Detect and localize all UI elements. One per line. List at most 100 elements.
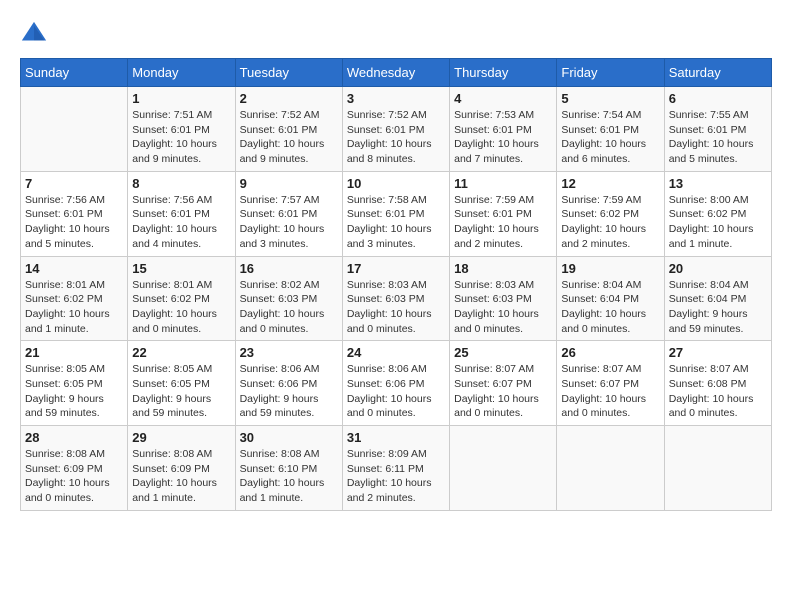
- day-cell: 5Sunrise: 7:54 AM Sunset: 6:01 PM Daylig…: [557, 87, 664, 172]
- calendar-table: SundayMondayTuesdayWednesdayThursdayFrid…: [20, 58, 772, 511]
- day-number: 15: [132, 261, 230, 276]
- day-cell: 4 Sunrise: 7:53 AM Sunset: 6:01 PM Daylig…: [450, 87, 557, 172]
- day-cell: 15 Sunrise: 8:01 AM Sunset: 6:02 PM Dayli…: [128, 256, 235, 341]
- day-cell: 31 Sunrise: 8:09 AM Sunset: 6:11 PM Dayli…: [342, 426, 449, 511]
- weekday-header-monday: Monday: [128, 59, 235, 87]
- day-cell: 10 Sunrise: 7:58 AM Sunset: 6:01 PM Dayli…: [342, 171, 449, 256]
- day-number: 13: [669, 176, 767, 191]
- day-cell: 19 Sunrise: 8:04 AM Sunset: 6:04 PM Dayli…: [557, 256, 664, 341]
- day-cell: 23Sunrise: 8:06 AM Sunset: 6:06 PM Dayli…: [235, 341, 342, 426]
- day-cell: 12 Sunrise: 7:59 AM Sunset: 6:02 PM Dayli…: [557, 171, 664, 256]
- day-number: 14: [25, 261, 123, 276]
- day-cell: 16 Sunrise: 8:02 AM Sunset: 6:03 PM Dayli…: [235, 256, 342, 341]
- day-cell: 7 Sunrise: 7:56 AM Sunset: 6:01 PM Daylig…: [21, 171, 128, 256]
- day-number: 20: [669, 261, 767, 276]
- day-info: Sunrise: 8:08 AM Sunset: 6:09 PM Dayligh…: [132, 447, 230, 506]
- day-cell: 13 Sunrise: 8:00 AM Sunset: 6:02 PM Dayli…: [664, 171, 771, 256]
- week-row-4: 28 Sunrise: 8:08 AM Sunset: 6:09 PM Dayli…: [21, 426, 772, 511]
- day-number: 12: [561, 176, 659, 191]
- day-number: 10: [347, 176, 445, 191]
- day-number: 2: [240, 91, 338, 106]
- day-info: Sunrise: 8:03 AM Sunset: 6:03 PM Dayligh…: [347, 278, 445, 337]
- weekday-header-row: SundayMondayTuesdayWednesdayThursdayFrid…: [21, 59, 772, 87]
- day-info: Sunrise: 7:57 AM Sunset: 6:01 PM Dayligh…: [240, 193, 338, 252]
- day-info: Sunrise: 7:59 AM Sunset: 6:02 PM Dayligh…: [561, 193, 659, 252]
- page-container: SundayMondayTuesdayWednesdayThursdayFrid…: [20, 20, 772, 511]
- day-info: Sunrise: 8:04 AM Sunset: 6:04 PM Dayligh…: [561, 278, 659, 337]
- day-info: Sunrise: 7:55 AM Sunset: 6:01 PM Dayligh…: [669, 108, 767, 167]
- day-cell: 30 Sunrise: 8:08 AM Sunset: 6:10 PM Dayli…: [235, 426, 342, 511]
- day-cell: [557, 426, 664, 511]
- day-info: Sunrise: 8:07 AM Sunset: 6:07 PM Dayligh…: [561, 362, 659, 421]
- day-number: 3: [347, 91, 445, 106]
- day-info: Sunrise: 7:52 AM Sunset: 6:01 PM Dayligh…: [347, 108, 445, 167]
- day-number: 5: [561, 91, 659, 106]
- logo-icon: [20, 20, 48, 48]
- day-cell: 21 Sunrise: 8:05 AM Sunset: 6:05 PM Dayli…: [21, 341, 128, 426]
- day-info: Sunrise: 7:59 AM Sunset: 6:01 PM Dayligh…: [454, 193, 552, 252]
- day-cell: 3 Sunrise: 7:52 AM Sunset: 6:01 PM Daylig…: [342, 87, 449, 172]
- day-info: Sunrise: 8:07 AM Sunset: 6:08 PM Dayligh…: [669, 362, 767, 421]
- day-cell: 14Sunrise: 8:01 AM Sunset: 6:02 PM Dayli…: [21, 256, 128, 341]
- day-number: 25: [454, 345, 552, 360]
- day-number: 11: [454, 176, 552, 191]
- week-row-2: 14 Sunrise: 8:01 AM Sunset: 6:02 PM Dayli…: [21, 256, 772, 341]
- day-number: 16: [240, 261, 338, 276]
- weekday-header-sunday: Sunday: [21, 59, 128, 87]
- day-cell: 17 Sunrise: 8:03 AM Sunset: 6:03 PM Dayli…: [342, 256, 449, 341]
- day-cell: [21, 87, 128, 172]
- day-info: Sunrise: 8:02 AM Sunset: 6:03 PM Dayligh…: [240, 278, 338, 337]
- day-cell: [664, 426, 771, 511]
- weekday-header-friday: Friday: [557, 59, 664, 87]
- day-info: Sunrise: 7:53 AM Sunset: 6:01 PM Dayligh…: [454, 108, 552, 167]
- day-number: 6: [669, 91, 767, 106]
- day-info: Sunrise: 7:56 AM Sunset: 6:01 PM Dayligh…: [132, 193, 230, 252]
- day-number: 1: [132, 91, 230, 106]
- day-number: 24: [347, 345, 445, 360]
- day-number: 21: [25, 345, 123, 360]
- day-number: 9: [240, 176, 338, 191]
- day-info: Sunrise: 8:09 AM Sunset: 6:11 PM Dayligh…: [347, 447, 445, 506]
- day-number: 29: [132, 430, 230, 445]
- day-cell: 27 Sunrise: 8:07 AM Sunset: 6:08 PM Dayli…: [664, 341, 771, 426]
- day-number: 31: [347, 430, 445, 445]
- header: [20, 20, 772, 48]
- day-info: Sunrise: 8:00 AM Sunset: 6:02 PM Dayligh…: [669, 193, 767, 252]
- day-cell: 11 Sunrise: 7:59 AM Sunset: 6:01 PM Dayli…: [450, 171, 557, 256]
- day-info: Sunrise: 7:51 AM Sunset: 6:01 PM Dayligh…: [132, 108, 230, 167]
- weekday-header-tuesday: Tuesday: [235, 59, 342, 87]
- day-cell: 8 Sunrise: 7:56 AM Sunset: 6:01 PM Daylig…: [128, 171, 235, 256]
- day-cell: 26Sunrise: 8:07 AM Sunset: 6:07 PM Dayli…: [557, 341, 664, 426]
- day-cell: 24 Sunrise: 8:06 AM Sunset: 6:06 PM Dayli…: [342, 341, 449, 426]
- logo: [20, 20, 52, 48]
- day-cell: 1 Sunrise: 7:51 AM Sunset: 6:01 PM Daylig…: [128, 87, 235, 172]
- day-info: Sunrise: 8:05 AM Sunset: 6:05 PM Dayligh…: [25, 362, 123, 421]
- day-info: Sunrise: 8:08 AM Sunset: 6:10 PM Dayligh…: [240, 447, 338, 506]
- day-info: Sunrise: 7:52 AM Sunset: 6:01 PM Dayligh…: [240, 108, 338, 167]
- day-number: 4: [454, 91, 552, 106]
- day-number: 27: [669, 345, 767, 360]
- day-info: Sunrise: 7:56 AM Sunset: 6:01 PM Dayligh…: [25, 193, 123, 252]
- day-info: Sunrise: 8:01 AM Sunset: 6:02 PM Dayligh…: [132, 278, 230, 337]
- day-cell: 29 Sunrise: 8:08 AM Sunset: 6:09 PM Dayli…: [128, 426, 235, 511]
- day-info: Sunrise: 8:07 AM Sunset: 6:07 PM Dayligh…: [454, 362, 552, 421]
- day-cell: 9 Sunrise: 7:57 AM Sunset: 6:01 PM Daylig…: [235, 171, 342, 256]
- day-cell: 6 Sunrise: 7:55 AM Sunset: 6:01 PM Daylig…: [664, 87, 771, 172]
- day-cell: 18 Sunrise: 8:03 AM Sunset: 6:03 PM Dayli…: [450, 256, 557, 341]
- day-info: Sunrise: 8:04 AM Sunset: 6:04 PM Dayligh…: [669, 278, 767, 337]
- day-cell: 2 Sunrise: 7:52 AM Sunset: 6:01 PM Daylig…: [235, 87, 342, 172]
- day-info: Sunrise: 8:05 AM Sunset: 6:05 PM Dayligh…: [132, 362, 230, 421]
- day-number: 8: [132, 176, 230, 191]
- day-number: 17: [347, 261, 445, 276]
- day-number: 7: [25, 176, 123, 191]
- day-number: 19: [561, 261, 659, 276]
- day-number: 30: [240, 430, 338, 445]
- week-row-3: 21 Sunrise: 8:05 AM Sunset: 6:05 PM Dayli…: [21, 341, 772, 426]
- day-number: 22: [132, 345, 230, 360]
- day-cell: 25 Sunrise: 8:07 AM Sunset: 6:07 PM Dayli…: [450, 341, 557, 426]
- day-info: Sunrise: 7:58 AM Sunset: 6:01 PM Dayligh…: [347, 193, 445, 252]
- day-info: Sunrise: 8:03 AM Sunset: 6:03 PM Dayligh…: [454, 278, 552, 337]
- day-info: Sunrise: 8:06 AM Sunset: 6:06 PM Dayligh…: [347, 362, 445, 421]
- day-number: 18: [454, 261, 552, 276]
- day-number: 28: [25, 430, 123, 445]
